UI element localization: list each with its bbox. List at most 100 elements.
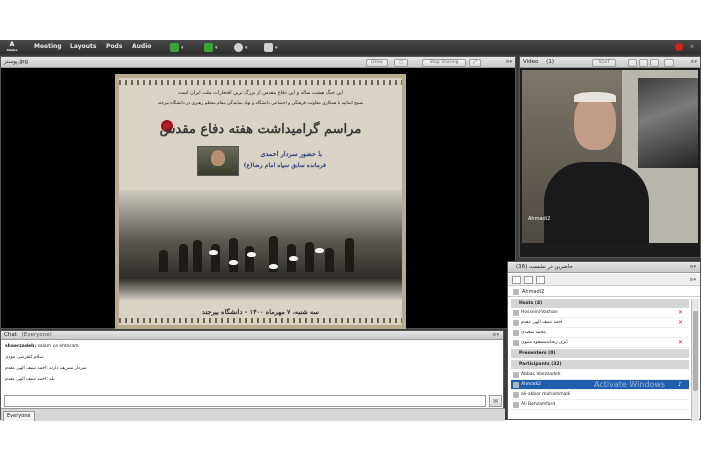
group-presenters[interactable]: Presenters (0)	[511, 349, 689, 358]
attendee-count: (36)	[516, 264, 528, 270]
options-icon[interactable]: ≡▾	[689, 274, 696, 286]
speaker-icon	[170, 42, 179, 52]
my-name: Ahmadi2	[522, 289, 545, 295]
list-item[interactable]: Ali Behzamfard	[511, 400, 689, 410]
poster-presence: با حضور سردار احمدی	[260, 150, 322, 158]
wall-poster	[638, 78, 698, 168]
microphone-control[interactable]: ▾	[204, 42, 218, 52]
menu-grip-icon[interactable]: ≡	[690, 44, 694, 50]
pod-menu-icon[interactable]: ≡▾	[689, 262, 696, 273]
list-item[interactable]: Hosseini-Vashan ✕	[511, 308, 689, 318]
user-icon	[513, 330, 519, 336]
fit-width-icon[interactable]: ⤢	[469, 59, 481, 67]
raise-hand-icon	[264, 42, 273, 52]
list-item[interactable]: ایزی ریحانه‌مسعود مثنوی ✕	[511, 338, 689, 348]
chat-message: سردار تشریف دارند :احمد سیف الهی مقدم	[5, 366, 87, 371]
webcam-icon	[234, 42, 243, 52]
mic-muted-icon: ✕	[678, 339, 684, 346]
attendee-name: ali-akbar mohammadi	[521, 392, 571, 397]
menu-pods[interactable]: Pods	[106, 43, 122, 50]
menubar: A Adobe Meeting Layouts Pods Audio ▾ ▾ ▾ …	[0, 40, 701, 54]
recording-indicator-icon	[675, 43, 683, 51]
chevron-down-icon: ▾	[181, 45, 184, 51]
barbed-wire-decoration	[119, 80, 402, 85]
user-icon	[513, 320, 519, 326]
speaker-control[interactable]: ▾	[170, 42, 184, 52]
share-pod: پوستر.jpg Draw ◻ Stop Sharing ⤢ ≡▾ این ج…	[0, 56, 516, 329]
barbed-wire-decoration	[119, 318, 402, 323]
breakout-icon[interactable]	[536, 276, 545, 284]
chat-message: بله :احمد سیف الهی مقدم	[5, 377, 54, 382]
chat-scope: (Everyone)	[21, 332, 52, 338]
shared-poster-image: این جنگ هشت ساله و این دفاع مقدس از بزرگ…	[115, 74, 406, 329]
fullscreen-toggle-icon[interactable]: ◻	[394, 59, 408, 67]
chat-pod-header: Chat (Everyone) ≡▾	[1, 331, 503, 340]
chevron-down-icon: ▾	[245, 45, 248, 51]
attendee-toolbar: ≡▾	[508, 274, 700, 286]
chat-text: salam va ehteram	[37, 344, 79, 349]
attendee-name: محمد سعیدی	[521, 330, 546, 335]
speaker-view-icon[interactable]	[650, 59, 659, 67]
stop-sharing-button[interactable]: Stop Sharing	[422, 59, 466, 67]
grid-view-icon[interactable]	[524, 276, 533, 284]
speaking-icon: ♪	[678, 381, 682, 388]
attendee-pod-header: حاضرین در نشست (36) ≡▾	[508, 262, 700, 273]
start-webcam-button[interactable]: Start	[592, 59, 616, 67]
video-pod: Video (1) Start ≡▾ Ahmadi2	[519, 56, 701, 258]
user-icon	[513, 340, 519, 346]
poster-organizers: بسیج اساتید با همکاری معاونت فرهنگی و اج…	[157, 101, 364, 106]
speaker-photo	[197, 146, 239, 176]
adobe-logo: A Adobe	[6, 41, 18, 52]
start-button-label: Start	[598, 60, 610, 65]
status-control[interactable]: ▾	[264, 42, 278, 52]
chat-messages: shaerzadeh: salam va ehteram سلام کنقرسی…	[3, 342, 500, 392]
list-item[interactable]: احمد سیف الهی مقدم ✕	[511, 318, 689, 328]
filmstrip-view-icon[interactable]	[639, 59, 648, 67]
user-icon	[513, 382, 519, 388]
chat-tabbar: Everyone	[1, 408, 505, 421]
group-hosts[interactable]: Hosts (4)	[511, 299, 689, 308]
user-icon	[513, 310, 519, 316]
list-item[interactable]: Abbas Vaezzadeh	[511, 370, 689, 380]
scrollbar-thumb[interactable]	[693, 311, 698, 391]
attendee-scrollbar[interactable]	[691, 299, 699, 421]
chat-message: سلام کنقرسی مودی	[5, 355, 43, 360]
list-item[interactable]: محمد سعیدی	[511, 328, 689, 338]
group-participants[interactable]: Participants (32)	[511, 360, 689, 369]
draw-button[interactable]: Draw	[366, 59, 388, 67]
chat-sender: shaerzadeh:	[5, 344, 37, 349]
chat-pod: Chat (Everyone) ≡▾ shaerzadeh: salam va …	[0, 330, 505, 421]
chat-input[interactable]	[4, 395, 486, 407]
attendee-list: Hosts (4) Hosseini-Vashan ✕ احمد سیف الهی…	[511, 299, 689, 421]
chevron-down-icon: ▾	[275, 45, 278, 51]
list-view-icon[interactable]	[512, 276, 521, 284]
chevron-down-icon: ▾	[215, 45, 218, 51]
pod-menu-icon[interactable]: ≡▾	[690, 57, 697, 67]
chat-text: سردار تشریف دارند :احمد سیف الهی مقدم	[5, 366, 87, 371]
chat-text: بله :احمد سیف الهی مقدم	[5, 377, 55, 382]
chat-title: Chat	[4, 332, 17, 338]
fullscreen-icon[interactable]	[664, 59, 674, 67]
attendee-name: احمد سیف الهی مقدم	[521, 320, 563, 325]
menu-meeting[interactable]: Meeting	[34, 43, 62, 50]
participant-video[interactable]: Ahmadi2	[522, 70, 698, 243]
menu-audio[interactable]: Audio	[132, 43, 151, 50]
pod-menu-icon[interactable]: ≡▾	[505, 57, 512, 67]
menu-layouts[interactable]: Layouts	[70, 43, 96, 50]
attendee-name: Hosseini-Vashan	[521, 310, 558, 315]
microphone-icon	[204, 42, 213, 52]
speech-bubble-icon[interactable]: ✉	[489, 395, 502, 407]
tab-everyone[interactable]: Everyone	[3, 411, 35, 421]
grid-view-icon[interactable]	[628, 59, 637, 67]
user-icon	[513, 372, 519, 378]
video-count: (1)	[546, 59, 554, 65]
attendee-name: Ahmadi2	[521, 382, 542, 387]
share-pod-header: پوستر.jpg Draw ◻ Stop Sharing ⤢ ≡▾	[1, 57, 515, 68]
poster-date: سه شنبه، ۷ مهرماه ۱۴۰۰ - دانشگاه بیرجند	[202, 308, 319, 316]
share-pod-title: پوستر.jpg	[4, 59, 28, 65]
my-status-row[interactable]: Ahmadi2	[508, 287, 700, 297]
pod-menu-icon[interactable]: ≡▾	[492, 331, 499, 340]
attendee-name: ایزی ریحانه‌مسعود مثنوی	[521, 340, 568, 345]
attendee-title: حاضرین در نشست	[529, 264, 573, 270]
webcam-control[interactable]: ▾	[234, 42, 248, 52]
